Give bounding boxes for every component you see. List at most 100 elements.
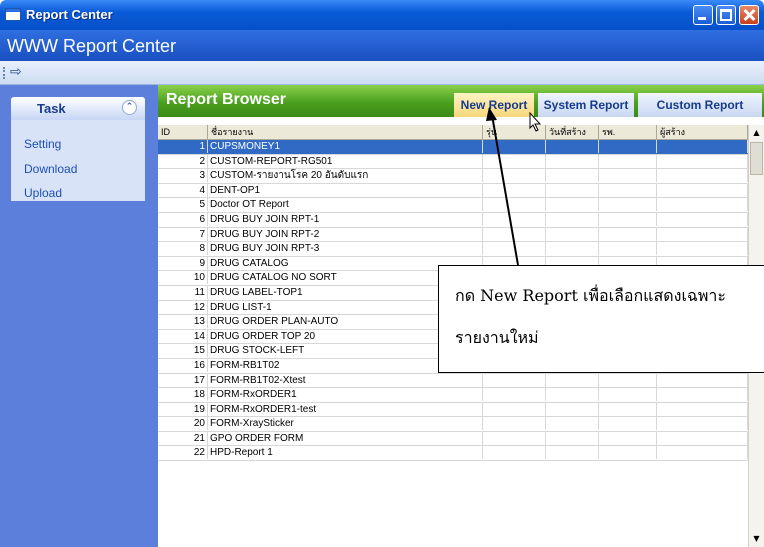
toolbar-grip[interactable] [3, 67, 7, 79]
table-row[interactable]: 6 DRUG BUY JOIN RPT-1 [158, 212, 748, 228]
row-empty-cell [599, 212, 657, 226]
row-id: 14 [158, 329, 208, 343]
table-row[interactable]: 8 DRUG BUY JOIN RPT-3 [158, 242, 748, 257]
report-browser-header: Report Browser New Report System Report … [158, 85, 764, 117]
table-row[interactable]: 1 CUPSMONEY1 [158, 140, 748, 155]
row-report-name: DENT-OP1 [208, 183, 483, 197]
table-row[interactable]: 20 FORM-XraySticker [158, 417, 748, 432]
left-task-pane: Task ⌃ Setting Download Upload [0, 85, 158, 547]
row-empty-cell [546, 388, 599, 402]
table-row[interactable]: 18 FORM-RxORDER1 [158, 388, 748, 403]
column-header-created-date[interactable]: วันที่สร้าง [546, 125, 599, 139]
row-empty-cell [657, 373, 748, 387]
task-panel: Task ⌃ Setting Download Upload [11, 97, 145, 201]
row-empty-cell [657, 154, 748, 168]
task-link-upload[interactable]: Upload [24, 186, 62, 200]
column-header-version[interactable]: รุ่น [483, 125, 546, 139]
annotation-callout: กด New Report เพื่อเลือกแสดงเฉพาะ รายงาน… [438, 265, 764, 373]
row-id: 18 [158, 388, 208, 402]
row-empty-cell [483, 388, 546, 402]
row-id: 9 [158, 256, 208, 270]
row-report-name: HPD-Report 1 [208, 446, 483, 460]
table-row[interactable]: 7 DRUG BUY JOIN RPT-2 [158, 227, 748, 243]
task-link-setting[interactable]: Setting [24, 137, 61, 151]
row-empty-cell [657, 242, 748, 256]
row-empty-cell [546, 183, 599, 197]
row-empty-cell [483, 140, 546, 153]
column-header-creator[interactable]: ผู้สร้าง [657, 125, 748, 139]
row-empty-cell [483, 169, 546, 183]
tab-new-report[interactable]: New Report [454, 93, 534, 117]
row-empty-cell [657, 431, 748, 445]
row-id: 5 [158, 198, 208, 212]
row-empty-cell [657, 446, 748, 460]
row-report-name: DRUG BUY JOIN RPT-1 [208, 212, 483, 226]
minimize-button[interactable] [693, 5, 713, 25]
row-empty-cell [546, 227, 599, 241]
row-empty-cell [599, 431, 657, 445]
row-id: 6 [158, 212, 208, 226]
tab-custom-report[interactable]: Custom Report [638, 93, 762, 117]
row-empty-cell [657, 417, 748, 431]
task-panel-title: Task [37, 101, 66, 116]
forward-arrow-icon[interactable]: ⇨ [10, 65, 26, 79]
tab-system-report[interactable]: System Report [538, 93, 634, 117]
row-empty-cell [546, 373, 599, 387]
row-empty-cell [546, 402, 599, 416]
row-empty-cell [546, 169, 599, 183]
row-empty-cell [599, 183, 657, 197]
table-row[interactable]: 19 FORM-RxORDER1-test [158, 402, 748, 418]
row-empty-cell [546, 242, 599, 256]
row-empty-cell [483, 417, 546, 431]
column-header-hospital[interactable]: รพ. [599, 125, 657, 139]
row-empty-cell [599, 388, 657, 402]
row-id: 16 [158, 358, 208, 372]
row-empty-cell [483, 402, 546, 416]
row-empty-cell [657, 388, 748, 402]
task-link-download[interactable]: Download [24, 162, 77, 176]
column-header-name[interactable]: ชื่อรายงาน [208, 125, 483, 139]
scroll-up-icon[interactable]: ▲ [749, 125, 764, 141]
table-row[interactable]: 21 GPO ORDER FORM [158, 431, 748, 447]
collapse-chevron-icon[interactable]: ⌃ [122, 100, 137, 115]
table-row[interactable]: 2 CUSTOM-REPORT-RG501 [158, 154, 748, 170]
row-empty-cell [599, 446, 657, 460]
row-report-name: DRUG BUY JOIN RPT-2 [208, 227, 483, 241]
table-row[interactable]: 22 HPD-Report 1 [158, 446, 748, 462]
maximize-button[interactable] [716, 5, 736, 25]
row-empty-cell [657, 227, 748, 241]
row-empty-cell [483, 227, 546, 241]
row-report-name: DRUG BUY JOIN RPT-3 [208, 242, 483, 256]
row-empty-cell [546, 140, 599, 153]
row-id: 20 [158, 417, 208, 431]
table-row[interactable]: 17 FORM-RB1T02-Xtest [158, 373, 748, 389]
row-empty-cell [546, 417, 599, 431]
row-empty-cell [483, 431, 546, 445]
row-id: 15 [158, 344, 208, 358]
row-empty-cell [599, 242, 657, 256]
row-report-name: CUPSMONEY1 [208, 140, 483, 153]
close-button[interactable] [739, 5, 759, 25]
row-id: 3 [158, 169, 208, 183]
row-empty-cell [599, 169, 657, 183]
row-report-name: CUSTOM-รายงานโรค 20 อันดับแรก [208, 169, 483, 183]
scroll-thumb[interactable] [750, 142, 763, 175]
row-empty-cell [657, 402, 748, 416]
row-empty-cell [657, 212, 748, 226]
table-row[interactable]: 3 CUSTOM-รายงานโรค 20 อันดับแรก [158, 169, 748, 184]
column-header-id[interactable]: ID [158, 125, 208, 139]
table-row[interactable]: 5 Doctor OT Report [158, 198, 748, 213]
scroll-down-icon[interactable]: ▼ [749, 531, 764, 547]
row-report-name: FORM-RB1T02-Xtest [208, 373, 483, 387]
row-empty-cell [599, 154, 657, 168]
row-empty-cell [483, 212, 546, 226]
toolbar: ⇨ [0, 61, 764, 85]
callout-line-2: รายงานใหม่ [455, 328, 539, 347]
row-empty-cell [483, 373, 546, 387]
row-empty-cell [599, 402, 657, 416]
row-empty-cell [546, 154, 599, 168]
window-title: Report Center [26, 7, 113, 22]
row-empty-cell [483, 154, 546, 168]
table-row[interactable]: 4 DENT-OP1 [158, 183, 748, 199]
task-panel-header[interactable]: Task ⌃ [11, 97, 145, 120]
